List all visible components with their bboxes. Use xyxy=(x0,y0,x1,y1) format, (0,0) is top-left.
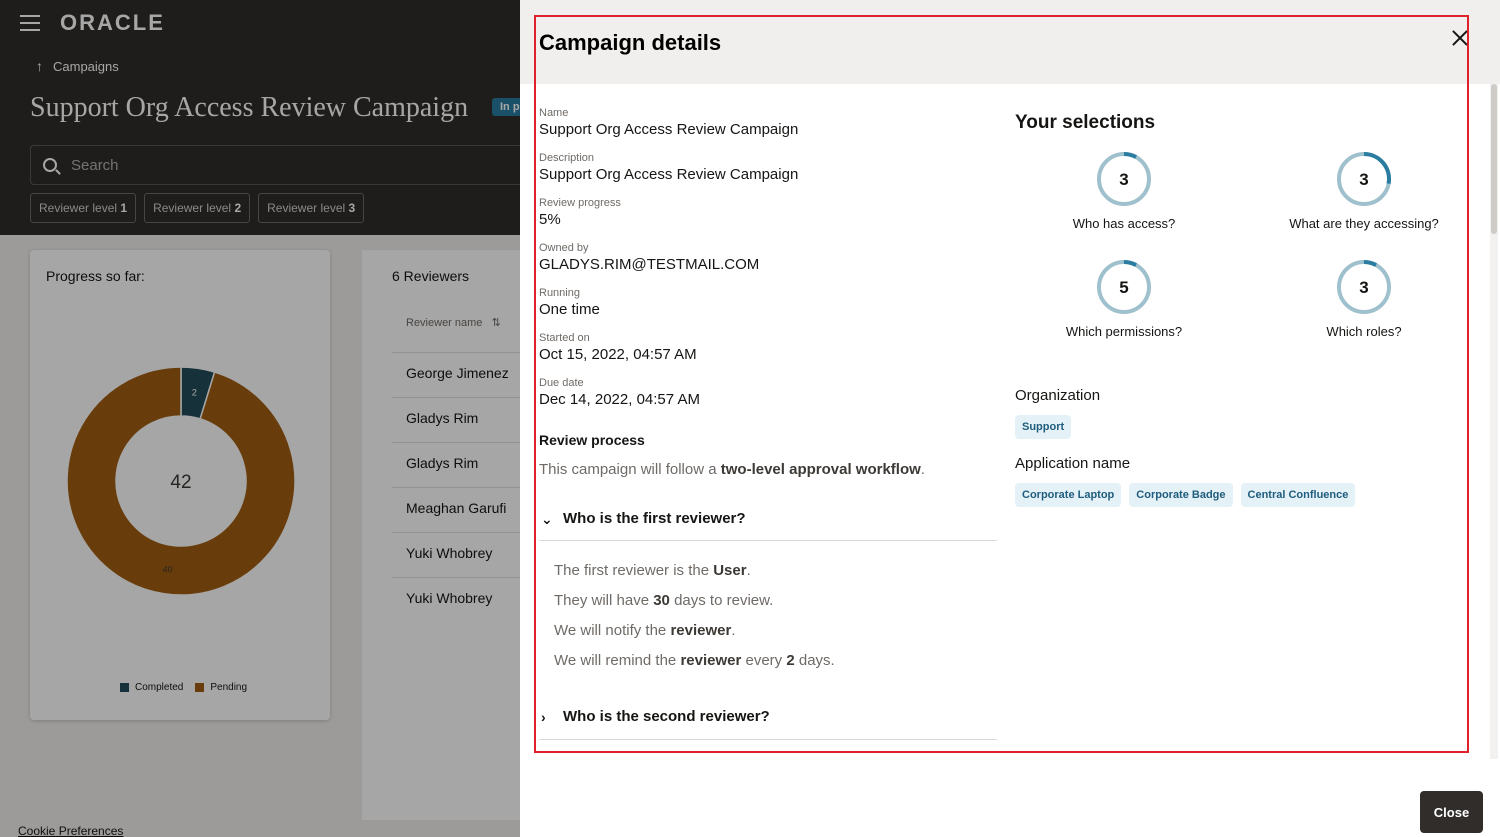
progress-ring: 3 xyxy=(1337,152,1391,206)
progress-ring: 5 xyxy=(1097,260,1151,314)
modal-overlay[interactable] xyxy=(0,0,520,837)
detail-line: They will have 30 days to review. xyxy=(554,592,835,622)
field-due-date: Due date Dec 14, 2022, 04:57 AM xyxy=(539,377,999,422)
selection-what-accessing[interactable]: 3 What are they accessing? xyxy=(1269,150,1459,231)
selection-label: What are they accessing? xyxy=(1289,216,1439,231)
campaign-details-drawer: Campaign details Name Support Org Access … xyxy=(520,0,1500,837)
text: . xyxy=(731,622,736,639)
field-label: Due date xyxy=(539,377,584,389)
ring-value: 5 xyxy=(1119,278,1128,297)
drawer-header: Campaign details xyxy=(520,0,1500,84)
field-label: Owned by xyxy=(539,242,589,254)
field-value: 5% xyxy=(539,211,561,228)
text-bold: 2 xyxy=(786,652,795,669)
text: days. xyxy=(794,652,835,669)
field-label: Name xyxy=(539,107,569,119)
field-name: Name Support Org Access Review Campaign xyxy=(539,107,999,152)
accordion-heading: Who is the first reviewer? xyxy=(563,510,746,527)
ring-value: 3 xyxy=(1359,170,1368,189)
text-bold: 30 xyxy=(653,592,670,609)
accordion-header[interactable]: › Who is the second reviewer? xyxy=(539,706,997,736)
text: They will have xyxy=(554,592,654,609)
text: every xyxy=(741,652,787,669)
ring-fill xyxy=(1363,260,1378,267)
your-selections-title: Your selections xyxy=(1015,112,1156,133)
organization-title: Organization xyxy=(1015,387,1101,404)
progress-ring: 3 xyxy=(1337,260,1391,314)
detail-line: We will remind the reviewer every 2 days… xyxy=(554,652,835,682)
text: We will notify the xyxy=(554,622,671,639)
field-value: Support Org Access Review Campaign xyxy=(539,166,799,183)
text: days to review. xyxy=(669,592,774,609)
text: We will remind the xyxy=(554,652,681,669)
selection-label: Which permissions? xyxy=(1065,324,1183,339)
accordion-second-reviewer[interactable]: › Who is the second reviewer? xyxy=(539,706,997,740)
accordion-header[interactable]: ⌄ Who is the first reviewer? xyxy=(539,508,997,538)
field-started-on: Started on Oct 15, 2022, 04:57 AM xyxy=(539,332,999,377)
review-process-title: Review process xyxy=(539,432,645,448)
chip-application: Central Confluence xyxy=(1240,483,1356,507)
field-value: Dec 14, 2022, 04:57 AM xyxy=(539,391,700,408)
accordion-heading: Who is the second reviewer? xyxy=(563,708,770,725)
field-value: Oct 15, 2022, 04:57 AM xyxy=(539,346,697,363)
text-bold: reviewer xyxy=(680,652,742,669)
text-bold: two-level approval workflow xyxy=(720,461,921,478)
drawer-scrollbar[interactable] xyxy=(1490,84,1498,759)
campaign-fields: Name Support Org Access Review Campaign D… xyxy=(539,107,999,422)
first-reviewer-details: The first reviewer is the User. They wil… xyxy=(554,562,835,682)
selection-which-permissions[interactable]: 5 Which permissions? xyxy=(1029,258,1219,339)
field-label: Review progress xyxy=(539,197,621,209)
organization-chips: Support xyxy=(1015,415,1072,439)
field-label: Started on xyxy=(539,332,590,344)
detail-line: The first reviewer is the User. xyxy=(554,562,835,592)
field-value: Support Org Access Review Campaign xyxy=(539,121,799,138)
field-owned-by: Owned by GLADYS.RIM@TESTMAIL.COM xyxy=(539,242,999,287)
scrollbar-thumb[interactable] xyxy=(1491,84,1497,234)
detail-line: We will notify the reviewer. xyxy=(554,622,835,652)
accordion-first-reviewer[interactable]: ⌄ Who is the first reviewer? xyxy=(539,508,997,541)
text: . xyxy=(746,562,751,579)
chevron-right-icon: › xyxy=(541,709,546,725)
field-review-progress: Review progress 5% xyxy=(539,197,999,242)
chevron-down-icon: ⌄ xyxy=(541,511,553,527)
drawer-title: Campaign details xyxy=(539,30,722,55)
close-icon[interactable] xyxy=(1452,30,1468,46)
text-bold: User xyxy=(713,562,747,579)
field-running: Running One time xyxy=(539,287,999,332)
text: This campaign will follow a xyxy=(539,461,721,478)
field-value: GLADYS.RIM@TESTMAIL.COM xyxy=(539,256,760,273)
selection-which-roles[interactable]: 3 Which roles? xyxy=(1269,258,1459,339)
application-name-title: Application name xyxy=(1015,455,1131,472)
progress-ring: 3 xyxy=(1097,152,1151,206)
ring-value: 3 xyxy=(1119,170,1128,189)
field-description: Description Support Org Access Review Cam… xyxy=(539,152,999,197)
chip-application: Corporate Badge xyxy=(1129,483,1233,507)
application-chips: Corporate Laptop Corporate Badge Central… xyxy=(1015,483,1356,507)
close-button[interactable]: Close xyxy=(1420,791,1483,833)
selection-who-has-access[interactable]: 3 Who has access? xyxy=(1029,150,1219,231)
text-bold: reviewer xyxy=(670,622,732,639)
chip-application: Corporate Laptop xyxy=(1015,483,1122,507)
text: . xyxy=(920,461,925,478)
selection-label: Who has access? xyxy=(1072,216,1176,231)
chip-organization: Support xyxy=(1015,415,1072,439)
ring-fill xyxy=(1123,152,1138,159)
text: The first reviewer is the xyxy=(554,562,714,579)
field-value: One time xyxy=(539,301,600,318)
selection-label: Which roles? xyxy=(1326,324,1402,339)
review-process-description: This campaign will follow a two-level ap… xyxy=(539,461,925,478)
field-label: Running xyxy=(539,287,580,299)
field-label: Description xyxy=(539,152,595,164)
ring-value: 3 xyxy=(1359,278,1368,297)
ring-fill xyxy=(1123,260,1138,267)
